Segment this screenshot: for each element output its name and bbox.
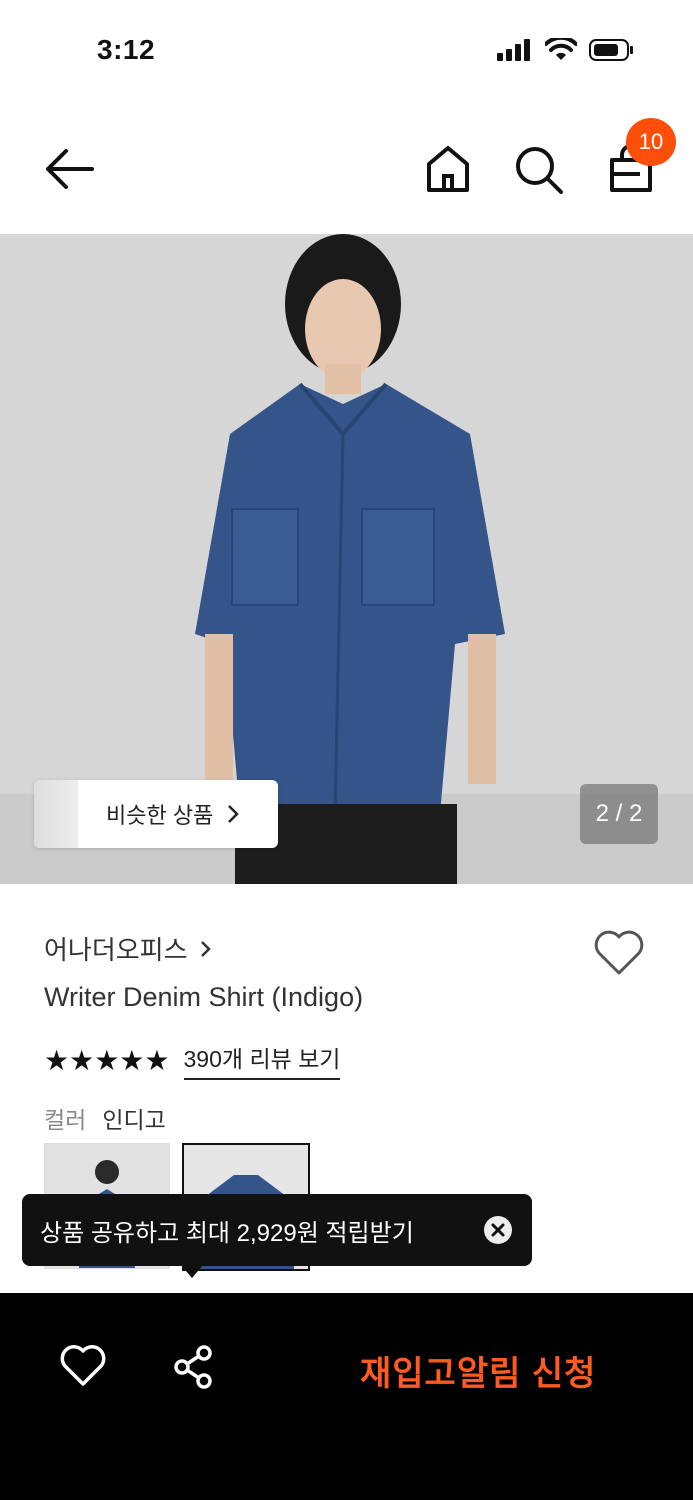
- tooltip-arrow: [180, 1264, 204, 1278]
- rating-stars: ★★★★★: [44, 1044, 170, 1076]
- color-label: 컬러: [44, 1107, 87, 1133]
- status-icons: [497, 38, 635, 62]
- restock-alert-button[interactable]: 재입고알림 신청: [360, 1346, 596, 1395]
- share-icon: [174, 1345, 212, 1389]
- chevron-right-icon: [228, 805, 240, 823]
- brand-link[interactable]: 어나더오피스: [44, 930, 214, 967]
- similar-products-label: 비슷한 상품: [106, 803, 214, 828]
- battery-icon: [589, 39, 633, 61]
- review-link[interactable]: 390개 리뷰 보기: [183, 1040, 341, 1080]
- search-button[interactable]: [513, 144, 565, 196]
- close-icon: [491, 1223, 505, 1237]
- similar-thumbnail: [34, 780, 78, 848]
- bottom-action-bar: [0, 1293, 693, 1500]
- brand-name: 어나더오피스: [44, 935, 188, 965]
- back-button[interactable]: [42, 146, 98, 192]
- tooltip-text: 상품 공유하고 최대 2,929원 적립받기: [40, 1219, 414, 1247]
- heart-icon: [594, 930, 644, 975]
- signal-icon: [497, 39, 530, 61]
- wifi-icon: [545, 38, 577, 60]
- rating-row: ★★★★★ 390개 리뷰 보기: [44, 1040, 341, 1080]
- similar-products-button[interactable]: 비슷한 상품: [34, 780, 278, 848]
- share-button[interactable]: [172, 1344, 214, 1390]
- product-title: Writer Denim Shirt (Indigo): [44, 982, 364, 1012]
- status-time: 3:12: [97, 34, 156, 65]
- tooltip-close-button[interactable]: [484, 1216, 512, 1244]
- wishlist-button[interactable]: [592, 928, 646, 978]
- search-icon: [516, 147, 563, 194]
- arrow-left-icon: [46, 149, 94, 189]
- color-row: 컬러 인디고: [44, 1101, 166, 1135]
- color-value: 인디고: [102, 1107, 166, 1133]
- home-icon: [427, 146, 469, 192]
- home-button[interactable]: [424, 144, 472, 196]
- cart-count-badge: 10: [626, 118, 676, 166]
- share-reward-tooltip: 상품 공유하고 최대 2,929원 적립받기: [22, 1194, 532, 1266]
- chevron-right-icon: [200, 940, 211, 957]
- bottom-wishlist-button[interactable]: [60, 1344, 106, 1388]
- image-page-indicator: 2 / 2: [580, 784, 658, 844]
- heart-icon: [60, 1345, 106, 1386]
